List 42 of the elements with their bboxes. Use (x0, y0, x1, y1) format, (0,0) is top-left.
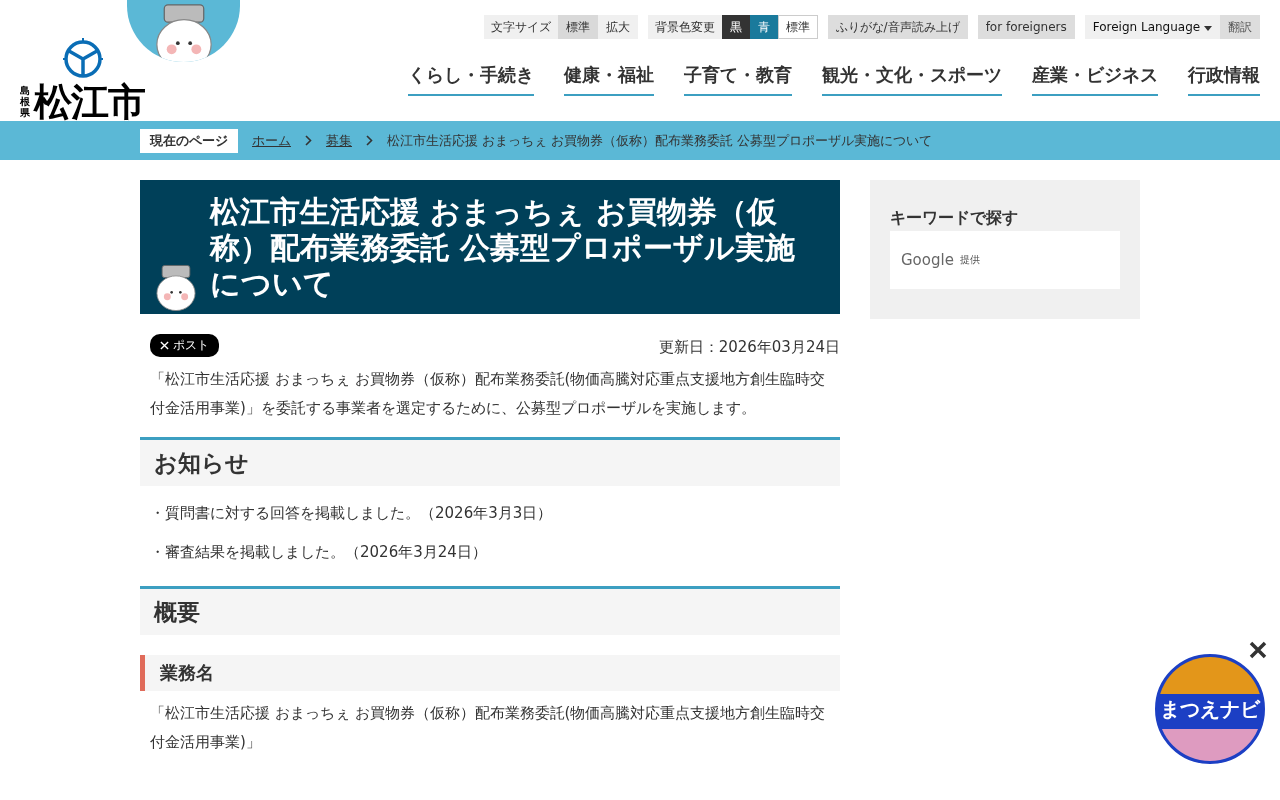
city-logo-text[interactable]: 松江市 (34, 83, 145, 121)
paragraph: 「松江市生活応援 おまっちぇ お買物券（仮称）配布業務委託(物価高騰対応重点支援地方創生臨時交付金活用事業)」を委託する事業者を選定するために、公募型プロポーザルを実施します。 (149, 369, 827, 419)
font-size-button[interactable]: 拡大 (597, 15, 638, 39)
navi-badge[interactable]: まつえナビ (1155, 654, 1265, 764)
section-heading: お知らせ (140, 437, 840, 486)
post-button[interactable]: ポスト (150, 334, 219, 357)
city-emblem-icon (62, 37, 103, 79)
breadcrumb-label: 現在のページ (140, 128, 238, 153)
caret-icon (1204, 26, 1212, 31)
background-color-button[interactable]: 標準 (777, 15, 818, 39)
notice-item: ・質問書に対する回答を掲載しました。（2026年3月3日） (149, 503, 554, 524)
background-color-button[interactable]: 黒 (721, 15, 750, 39)
x-logo-icon (160, 341, 169, 350)
font-size-label: 文字サイズ (483, 15, 558, 39)
nav-item[interactable]: 産業・ビジネス (1032, 63, 1158, 96)
page-title: 松江市生活応援 おまっちぇ お買物券（仮称）配布業務委託 公募型プロポーザル実施について (140, 180, 840, 314)
nav-item[interactable]: 観光・文化・スポーツ (822, 63, 1002, 96)
breadcrumb-link[interactable]: 募集 (326, 131, 352, 150)
language-select[interactable]: Foreign Language (1084, 15, 1220, 39)
search-title: キーワードで探す (890, 208, 1019, 229)
breadcrumb-link[interactable]: ホーム (252, 131, 291, 150)
notice-item: ・審査結果を掲載しました。（2026年3月24日） (149, 542, 488, 563)
chevron-icon (366, 135, 373, 146)
translate-button[interactable]: 翻訳 (1220, 15, 1260, 39)
foreigners-button[interactable]: for foreigners (977, 15, 1075, 39)
search-field[interactable]: Google 提供 (890, 231, 1120, 289)
close-icon[interactable] (1248, 640, 1268, 660)
nav-item[interactable]: くらし・手続き (408, 63, 534, 96)
nav-item[interactable]: 健康・福祉 (564, 63, 654, 96)
furigana-button[interactable]: ふりがな/音声読み上げ (827, 15, 968, 39)
chevron-icon (305, 135, 312, 146)
breadcrumb-current: 松江市生活応援 おまっちぇ お買物券（仮称）配布業務委託 公募型プロポーザル実施について (387, 131, 933, 150)
nav-item[interactable]: 行政情報 (1188, 63, 1260, 96)
background-color-label: 背景色変更 (647, 15, 722, 39)
font-size-button[interactable]: 標準 (557, 15, 598, 39)
updated-date: 更新日：2026年03月24日 (658, 338, 840, 357)
nav-item[interactable]: 子育て・教育 (684, 63, 792, 96)
prefecture-name: 島根県 (20, 85, 30, 118)
background-color-button[interactable]: 青 (749, 15, 778, 39)
paragraph: 「松江市生活応援 おまっちぇ お買物券（仮称）配布業務委託(物価高騰対応重点支援地方創生臨時交付金活用事業)」 (149, 703, 827, 753)
subsection-heading: 業務名 (140, 655, 840, 691)
section-heading: 概要 (140, 586, 840, 635)
